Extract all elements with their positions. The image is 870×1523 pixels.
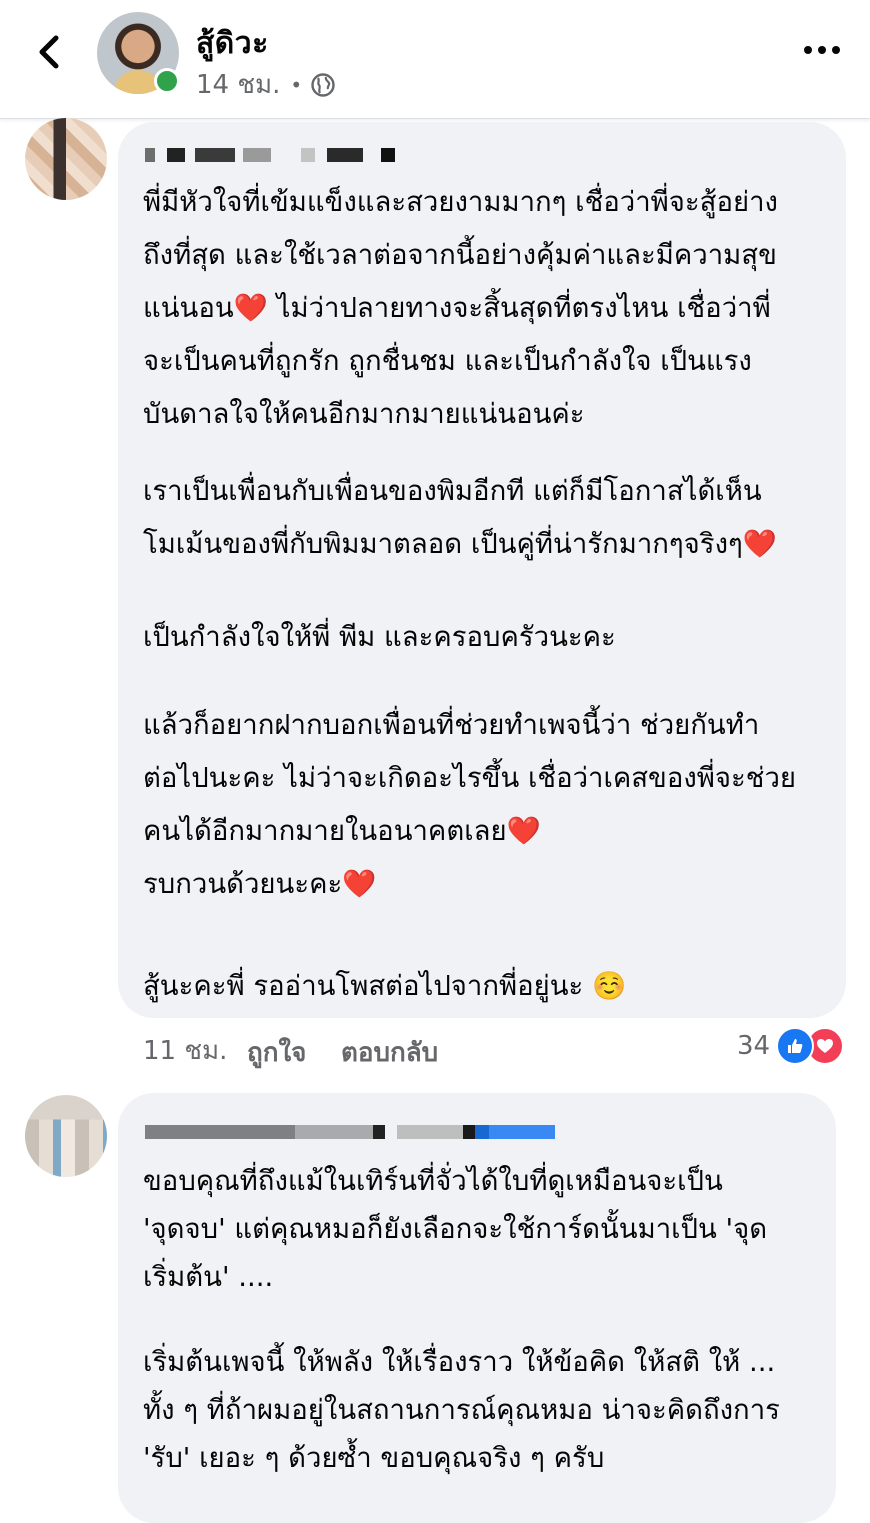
more-options-button[interactable] [800, 34, 844, 64]
comment-actions: 11 ชม. ถูกใจ ตอบกลับ 34 [143, 1027, 845, 1073]
comment-text-paragraph: ขอบคุณที่ถึงแม้ในเทิร์นที่จั่วได้ใบที่ดู… [143, 1165, 768, 1293]
reply-button[interactable]: ตอบกลับ [341, 1032, 438, 1073]
comment-text-paragraph: เริ่มต้นเพจนี้ ให้พลัง ให้เรื่องราว ให้ข… [143, 1346, 780, 1474]
comment-text-paragraph: พี่มีหัวใจที่เข้มแข็งและสวยงามมากๆ เชื่อ… [143, 186, 778, 430]
comment-text-paragraph: เราเป็นเพื่อนกับเพื่อนของพิมอีกที แต่ก็ม… [143, 475, 778, 560]
commenter-name-redacted[interactable] [145, 148, 405, 162]
like-button[interactable]: ถูกใจ [247, 1032, 306, 1073]
chevron-left-icon [39, 35, 59, 69]
comment-time[interactable]: 11 ชม. [143, 1030, 227, 1071]
comment-text-paragraph: แล้วก็อยากฝากบอกเพื่อนที่ช่วยทำเพจนี้ว่า… [143, 709, 797, 900]
comment-text-paragraph: สู้นะคะพี่ รออ่านโพสต่อไปจากพี่อยู่นะ ☺️ [143, 970, 627, 1002]
commenter-name-redacted[interactable] [145, 1125, 555, 1139]
globe-icon [311, 72, 335, 97]
commenter-avatar[interactable] [25, 1095, 107, 1177]
post-meta: 14 ชม. • [196, 64, 336, 105]
post-header: สู้ดิวะ 14 ชม. • [0, 0, 870, 119]
comment-text-paragraph: เป็นกำลังใจให้พี่ พีม และครอบครัวนะคะ [143, 621, 616, 653]
post-time[interactable]: 14 ชม. [196, 64, 280, 105]
reaction-summary[interactable]: 34 [737, 1027, 845, 1065]
meta-separator: • [290, 72, 303, 97]
reaction-count: 34 [737, 1031, 771, 1061]
back-button[interactable] [30, 30, 70, 74]
more-horizontal-icon [804, 46, 840, 54]
author-name[interactable]: สู้ดิวะ [196, 20, 269, 67]
online-status-indicator [154, 68, 180, 94]
commenter-avatar[interactable] [25, 118, 107, 200]
like-icon [776, 1027, 815, 1065]
